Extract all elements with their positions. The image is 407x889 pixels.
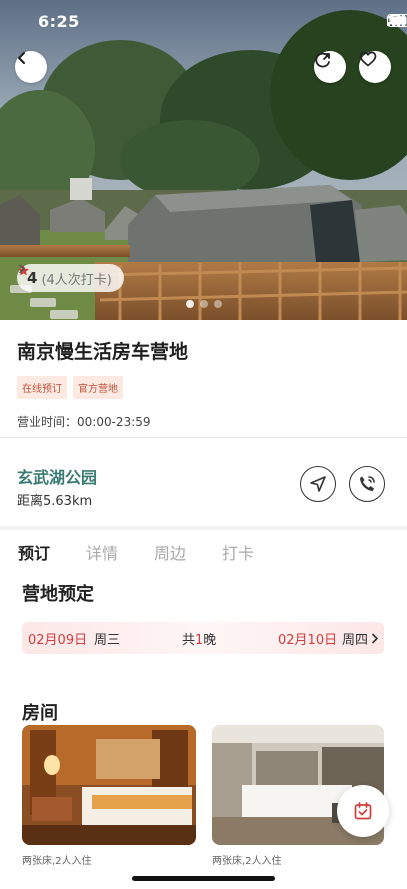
date-picker-bar[interactable]: 02月09日 周三 共1晚 02月10日 周四 [22,622,384,654]
detail-tabs: 预订 详情 周边 打卡 [18,540,254,564]
divider [0,437,407,438]
share-refresh-icon [315,52,330,68]
chevron-right-icon [19,264,26,274]
tab-details[interactable]: 详情 [86,540,118,564]
back-button[interactable] [15,51,47,83]
checkin-weekday: 周三 [94,632,121,648]
calendar-check-icon [354,802,372,820]
location-distance: 距离5.63km [17,494,93,509]
checkout-date: 02月10日 [278,632,338,648]
call-button[interactable] [349,466,385,502]
carousel-dot [200,300,208,308]
nights-prefix: 共 [182,632,196,648]
camp-detail-page: 6:25 4 (4人次打卡) 南京慢生活房车营地 在线预订 官方营地 营业时间：… [0,0,407,889]
navigation-arrow-icon [310,476,326,492]
booking-section-title: 营地预定 [22,584,94,605]
heart-icon [359,51,377,67]
camp-info: 南京慢生活房车营地 在线预订 官方营地 营业时间：00:00-23:59 [0,320,407,430]
hours-label: 营业时间： [17,415,78,429]
status-bar: 6:25 [0,0,407,44]
checkout-weekday: 周四 [342,632,369,648]
room-caption: 两张床,2人入住 [22,856,92,867]
rating-badge[interactable]: 4 (4人次打卡) [17,264,124,292]
tab-booking[interactable]: 预订 [18,540,50,564]
chevron-right-icon [372,633,379,644]
section-divider [0,526,407,530]
hours-value: 00:00-23:59 [77,415,151,429]
battery-icon [387,14,407,27]
business-hours: 营业时间：00:00-23:59 [17,413,390,430]
calendar-fab-button[interactable] [337,785,389,837]
room-photo [22,725,196,845]
camp-tags: 在线预订 官方营地 [17,376,390,399]
location-section: 玄武湖公园 距离5.63km [0,440,407,526]
rating-count: (4人次打卡) [41,272,112,288]
room-card-image[interactable] [22,725,196,845]
nights-suffix: 晚 [203,632,217,648]
share-button[interactable] [314,51,346,83]
tag-official: 官方营地 [73,376,123,399]
home-indicator [132,876,275,881]
checkin-date: 02月09日 [28,632,88,648]
status-time: 6:25 [38,12,80,31]
navigate-button[interactable] [300,466,336,502]
carousel-dot-active [186,300,194,308]
location-name[interactable]: 玄武湖公园 [17,464,97,488]
hero-carousel[interactable]: 6:25 4 (4人次打卡) [0,0,407,320]
carousel-dots [186,300,222,308]
tab-nearby[interactable]: 周边 [154,540,186,564]
nights-summary: 共1晚 [182,629,216,648]
carousel-dot [214,300,222,308]
phone-call-icon [360,476,375,491]
room-caption: 两张床,2人入住 [212,856,282,867]
chevron-left-icon [17,51,26,65]
rooms-section-title: 房间 [22,703,58,724]
favorite-button[interactable] [359,51,391,83]
camp-title: 南京慢生活房车营地 [17,341,189,363]
tab-checkin[interactable]: 打卡 [222,540,254,564]
tag-online-booking: 在线预订 [17,376,67,399]
